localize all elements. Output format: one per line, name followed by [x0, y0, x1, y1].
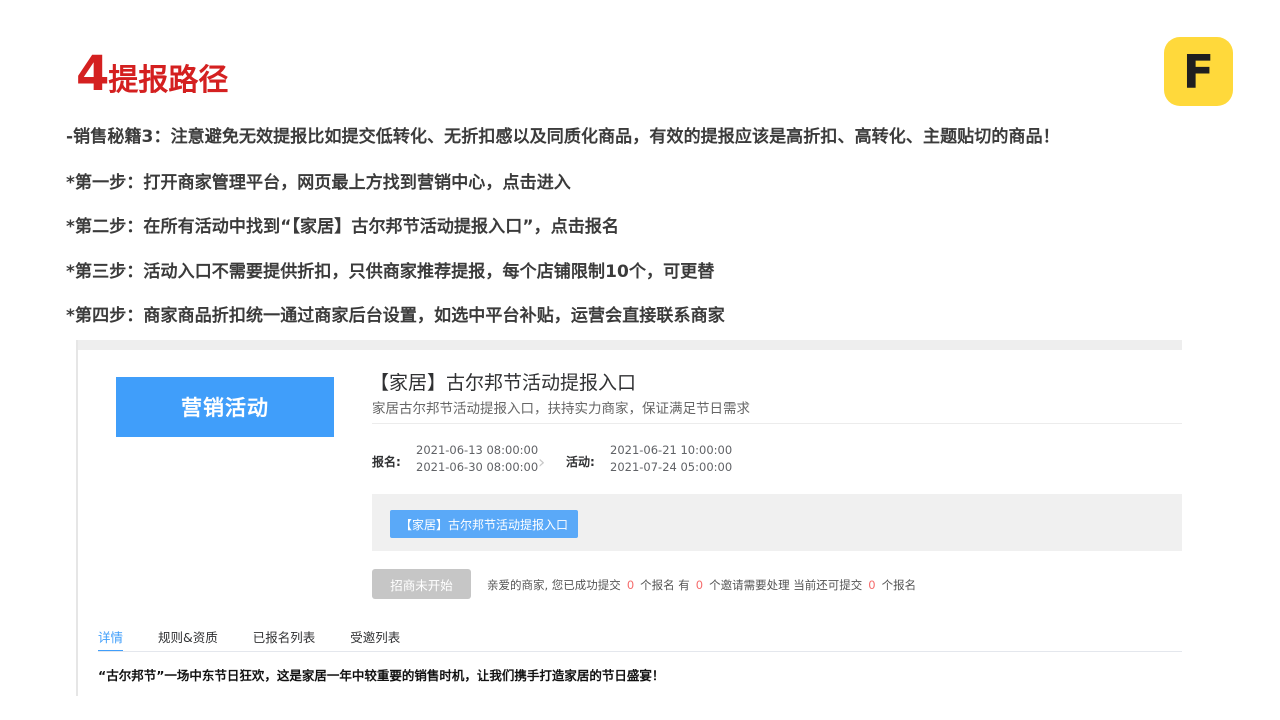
- entry-button[interactable]: 【家居】古尔邦节活动提报入口: [390, 510, 579, 538]
- stats-remaining-count: 0: [868, 578, 876, 592]
- marketing-banner: 营销活动: [116, 377, 334, 437]
- tab-details[interactable]: 详情: [98, 627, 124, 652]
- stats-invite-count: 0: [695, 578, 704, 592]
- activity-time-label: 活动:: [566, 455, 595, 469]
- stats-suffix: 个报名: [881, 578, 917, 592]
- activity-subtitle: 家居古尔邦节活动提报入口，扶持实力商家，保证满足节日需求: [372, 401, 750, 417]
- tab-invited-list[interactable]: 受邀列表: [350, 627, 400, 652]
- step-2: *第二步：在所有活动中找到“【家居】古尔邦节活动提报入口”，点击报名: [66, 217, 620, 237]
- signup-start: 2021-06-13 08:00:00: [416, 443, 539, 457]
- stats-prefix: 亲爱的商家, 您已成功提交: [487, 578, 621, 592]
- tabs-underline: [98, 651, 1182, 652]
- brand-logo-letter: F: [1182, 44, 1215, 99]
- signup-label: 报名:: [372, 455, 401, 469]
- chevron-right-icon: ›: [538, 452, 546, 473]
- panel-top-bar: [78, 340, 1182, 350]
- activity-screenshot: 营销活动 【家居】古尔邦节活动提报入口 家居古尔邦节活动提报入口，扶持实力商家，…: [76, 340, 1182, 696]
- stats-submitted-count: 0: [626, 578, 635, 592]
- tab-signed-up-list[interactable]: 已报名列表: [253, 627, 316, 652]
- step-3: *第三步：活动入口不需要提供折扣，只供商家推荐提报，每个店铺限制10个，可更替: [66, 262, 715, 282]
- step-4: *第四步：商家商品折扣统一通过商家后台设置，如选中平台补贴，运营会直接联系商家: [66, 306, 725, 326]
- tab-rules[interactable]: 规则&资质: [158, 627, 218, 652]
- detail-tabs: 详情 规则&资质 已报名列表 受邀列表: [98, 627, 435, 652]
- submission-stats: 亲爱的商家, 您已成功提交 0 个报名 有 0 个邀请需要处理 当前还可提交 0 个报名: [487, 577, 916, 593]
- step-1: *第一步：打开商家管理平台，网页最上方找到营销中心，点击进入: [66, 173, 571, 193]
- divider: [372, 423, 1182, 424]
- detail-description: “古尔邦节”一场中东节日狂欢，这是家居一年中较重要的销售时机，让我们携手打造家居…: [98, 668, 665, 683]
- slide-title-number: 4: [76, 46, 109, 102]
- slide-title: 4提报路径: [76, 46, 229, 102]
- brand-logo: F: [1164, 37, 1233, 106]
- sales-tip: -销售秘籍3：注意避免无效提报比如提交低转化、无折扣感以及同质化商品，有效的提报…: [66, 127, 1060, 147]
- not-started-button[interactable]: 招商未开始: [372, 569, 471, 599]
- stats-mid2: 个邀请需要处理 当前还可提交: [709, 578, 863, 592]
- activity-start: 2021-06-21 10:00:00: [610, 443, 733, 457]
- entry-container: 【家居】古尔邦节活动提报入口: [372, 494, 1182, 551]
- slide-title-text: 提报路径: [108, 63, 229, 98]
- stats-mid1: 个报名 有: [640, 578, 690, 592]
- activity-title: 【家居】古尔邦节活动提报入口: [370, 372, 637, 394]
- signup-end: 2021-06-30 08:00:00: [416, 460, 539, 474]
- activity-end: 2021-07-24 05:00:00: [610, 460, 733, 474]
